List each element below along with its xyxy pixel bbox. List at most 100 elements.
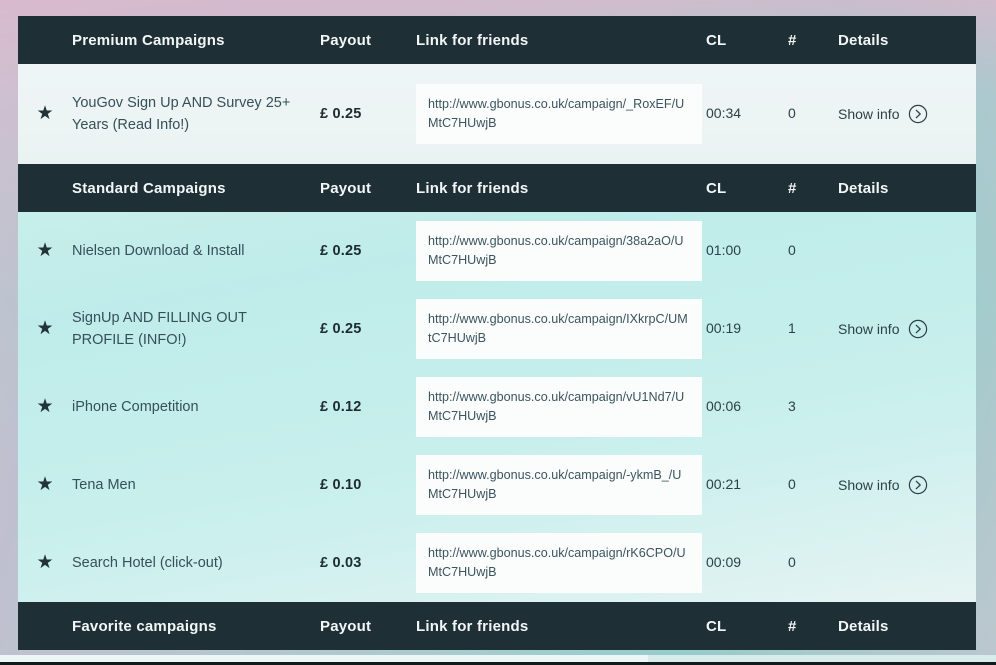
link-cell[interactable]: http://www.gbonus.co.uk/campaign/-ykmB_/… bbox=[416, 455, 706, 515]
campaign-name-cell[interactable]: Tena Men bbox=[72, 474, 320, 496]
count-value: 0 bbox=[788, 242, 796, 258]
link-cell[interactable]: http://www.gbonus.co.uk/campaign/38a2aO/… bbox=[416, 221, 706, 281]
column-header-payout: Payout bbox=[320, 32, 416, 49]
column-header-cl: CL bbox=[706, 32, 788, 49]
favorite-star-cell[interactable]: ★ bbox=[18, 104, 72, 124]
count-cell: 1 bbox=[788, 320, 838, 338]
favorite-star-cell[interactable]: ★ bbox=[18, 319, 72, 339]
referral-link-box[interactable]: http://www.gbonus.co.uk/campaign/IXkrpC/… bbox=[416, 299, 702, 359]
cl-cell: 00:34 bbox=[706, 105, 788, 123]
section-header: Standard CampaignsPayoutLink for friends… bbox=[18, 164, 976, 212]
table-row[interactable]: ★ Search Hotel (click-out) £ 0.03 http://ww… bbox=[18, 524, 976, 602]
details-cell: Show info bbox=[838, 319, 968, 339]
count-value: 1 bbox=[788, 320, 796, 336]
cl-cell: 01:00 bbox=[706, 242, 788, 260]
campaign-name: Search Hotel (click-out) bbox=[72, 555, 223, 571]
show-info-label: Show info bbox=[838, 106, 899, 122]
payout-value: £ 0.03 bbox=[320, 555, 362, 571]
section-rows: ★ YouGov Sign Up AND Survey 25+ Years (Re… bbox=[18, 64, 976, 164]
payout-cell: £ 0.10 bbox=[320, 476, 416, 494]
column-header-count: # bbox=[788, 32, 838, 49]
campaign-name: SignUp AND FILLING OUT PROFILE (INFO!) bbox=[72, 310, 247, 348]
campaign-name-cell[interactable]: Search Hotel (click-out) bbox=[72, 552, 320, 574]
cl-cell: 00:19 bbox=[706, 320, 788, 338]
campaign-name: iPhone Competition bbox=[72, 399, 199, 415]
column-header-cl: CL bbox=[706, 180, 788, 197]
favorite-star-cell[interactable]: ★ bbox=[18, 475, 72, 495]
referral-link-box[interactable]: http://www.gbonus.co.uk/campaign/_RoxEF/… bbox=[416, 84, 702, 144]
cl-value: 00:06 bbox=[706, 398, 741, 414]
star-icon[interactable]: ★ bbox=[36, 397, 53, 416]
campaign-name-cell[interactable]: Nielsen Download & Install bbox=[72, 240, 320, 262]
show-info-label: Show info bbox=[838, 321, 899, 337]
table-row[interactable]: ★ iPhone Competition £ 0.12http://www.gbon… bbox=[18, 368, 976, 446]
section-title: Premium Campaigns bbox=[72, 32, 320, 49]
star-icon[interactable]: ★ bbox=[36, 104, 53, 123]
table-row[interactable]: ★ YouGov Sign Up AND Survey 25+ Years (Re… bbox=[18, 64, 976, 164]
count-value: 0 bbox=[788, 554, 796, 570]
referral-link-box[interactable]: http://www.gbonus.co.uk/campaign/vU1Nd7/… bbox=[416, 377, 702, 437]
details-cell bbox=[838, 398, 968, 416]
referral-link-box[interactable]: http://www.gbonus.co.uk/campaign/rK6CPO/… bbox=[416, 533, 702, 593]
column-header-link: Link for friends bbox=[416, 618, 706, 635]
table-row[interactable]: ★ Nielsen Download & Install£ 0.25 http://… bbox=[18, 212, 976, 290]
chevron-right-circle-icon[interactable] bbox=[908, 104, 928, 124]
show-info-button[interactable]: Show info bbox=[838, 475, 928, 495]
cl-cell: 00:06 bbox=[706, 398, 788, 416]
star-icon[interactable]: ★ bbox=[36, 475, 53, 494]
count-cell: 3 bbox=[788, 398, 838, 416]
payout-cell: £ 0.25 bbox=[320, 320, 416, 338]
campaign-name-cell[interactable]: iPhone Competition bbox=[72, 396, 320, 418]
favorite-star-cell[interactable]: ★ bbox=[18, 553, 72, 573]
campaign-name: YouGov Sign Up AND Survey 25+ Years (Rea… bbox=[72, 95, 290, 133]
star-icon[interactable]: ★ bbox=[36, 241, 53, 260]
campaign-name-cell[interactable]: SignUp AND FILLING OUT PROFILE (INFO!) bbox=[72, 307, 320, 351]
payout-cell: £ 0.12 bbox=[320, 398, 416, 416]
star-icon[interactable]: ★ bbox=[36, 553, 53, 572]
link-cell[interactable]: http://www.gbonus.co.uk/campaign/rK6CPO/… bbox=[416, 533, 706, 593]
link-cell[interactable]: http://www.gbonus.co.uk/campaign/IXkrpC/… bbox=[416, 299, 706, 359]
show-info-label: Show info bbox=[838, 477, 899, 493]
details-cell: Show info bbox=[838, 104, 968, 124]
column-header-count: # bbox=[788, 618, 838, 635]
column-header-payout: Payout bbox=[320, 618, 416, 635]
campaigns-panel: Premium CampaignsPayoutLink for friendsC… bbox=[18, 16, 976, 656]
cl-cell: 00:09 bbox=[706, 554, 788, 572]
favorite-star-cell[interactable]: ★ bbox=[18, 397, 72, 417]
cl-cell: 00:21 bbox=[706, 476, 788, 494]
chevron-right-circle-icon[interactable] bbox=[908, 319, 928, 339]
payout-value: £ 0.25 bbox=[320, 243, 362, 259]
section-title: Standard Campaigns bbox=[72, 180, 320, 197]
section-header: Premium CampaignsPayoutLink for friendsC… bbox=[18, 16, 976, 64]
link-cell[interactable]: http://www.gbonus.co.uk/campaign/_RoxEF/… bbox=[416, 84, 706, 144]
column-header-details: Details bbox=[838, 180, 968, 197]
show-info-button[interactable]: Show info bbox=[838, 104, 928, 124]
table-row[interactable]: ★ SignUp AND FILLING OUT PROFILE (INFO!) £… bbox=[18, 290, 976, 368]
count-cell: 0 bbox=[788, 476, 838, 494]
favorite-star-cell[interactable]: ★ bbox=[18, 241, 72, 261]
section-rows: ★Nielsen Download & Install£ 0.25http://… bbox=[18, 212, 976, 602]
count-cell: 0 bbox=[788, 105, 838, 123]
section-header: Favorite campaignsPayoutLink for friends… bbox=[18, 602, 976, 650]
chevron-right-circle-icon[interactable] bbox=[908, 475, 928, 495]
show-info-button[interactable]: Show info bbox=[838, 319, 928, 339]
star-icon[interactable]: ★ bbox=[36, 319, 53, 338]
count-value: 0 bbox=[788, 476, 796, 492]
cl-value: 00:19 bbox=[706, 320, 741, 336]
count-cell: 0 bbox=[788, 242, 838, 260]
cl-value: 00:21 bbox=[706, 476, 741, 492]
referral-link-box[interactable]: http://www.gbonus.co.uk/campaign/38a2aO/… bbox=[416, 221, 702, 281]
cl-value: 01:00 bbox=[706, 242, 741, 258]
campaign-name-cell[interactable]: YouGov Sign Up AND Survey 25+ Years (Rea… bbox=[72, 92, 320, 136]
details-cell bbox=[838, 554, 968, 572]
referral-link-box[interactable]: http://www.gbonus.co.uk/campaign/-ykmB_/… bbox=[416, 455, 702, 515]
column-header-count: # bbox=[788, 180, 838, 197]
payout-cell: £ 0.25 bbox=[320, 105, 416, 123]
section-title: Favorite campaigns bbox=[72, 618, 320, 635]
campaign-name: Tena Men bbox=[72, 477, 136, 493]
table-row[interactable]: ★ Tena Men £ 0.10http://www.gbonus.co.uk/c… bbox=[18, 446, 976, 524]
cl-value: 00:09 bbox=[706, 554, 741, 570]
link-cell[interactable]: http://www.gbonus.co.uk/campaign/vU1Nd7/… bbox=[416, 377, 706, 437]
column-header-details: Details bbox=[838, 32, 968, 49]
payout-value: £ 0.25 bbox=[320, 106, 362, 122]
